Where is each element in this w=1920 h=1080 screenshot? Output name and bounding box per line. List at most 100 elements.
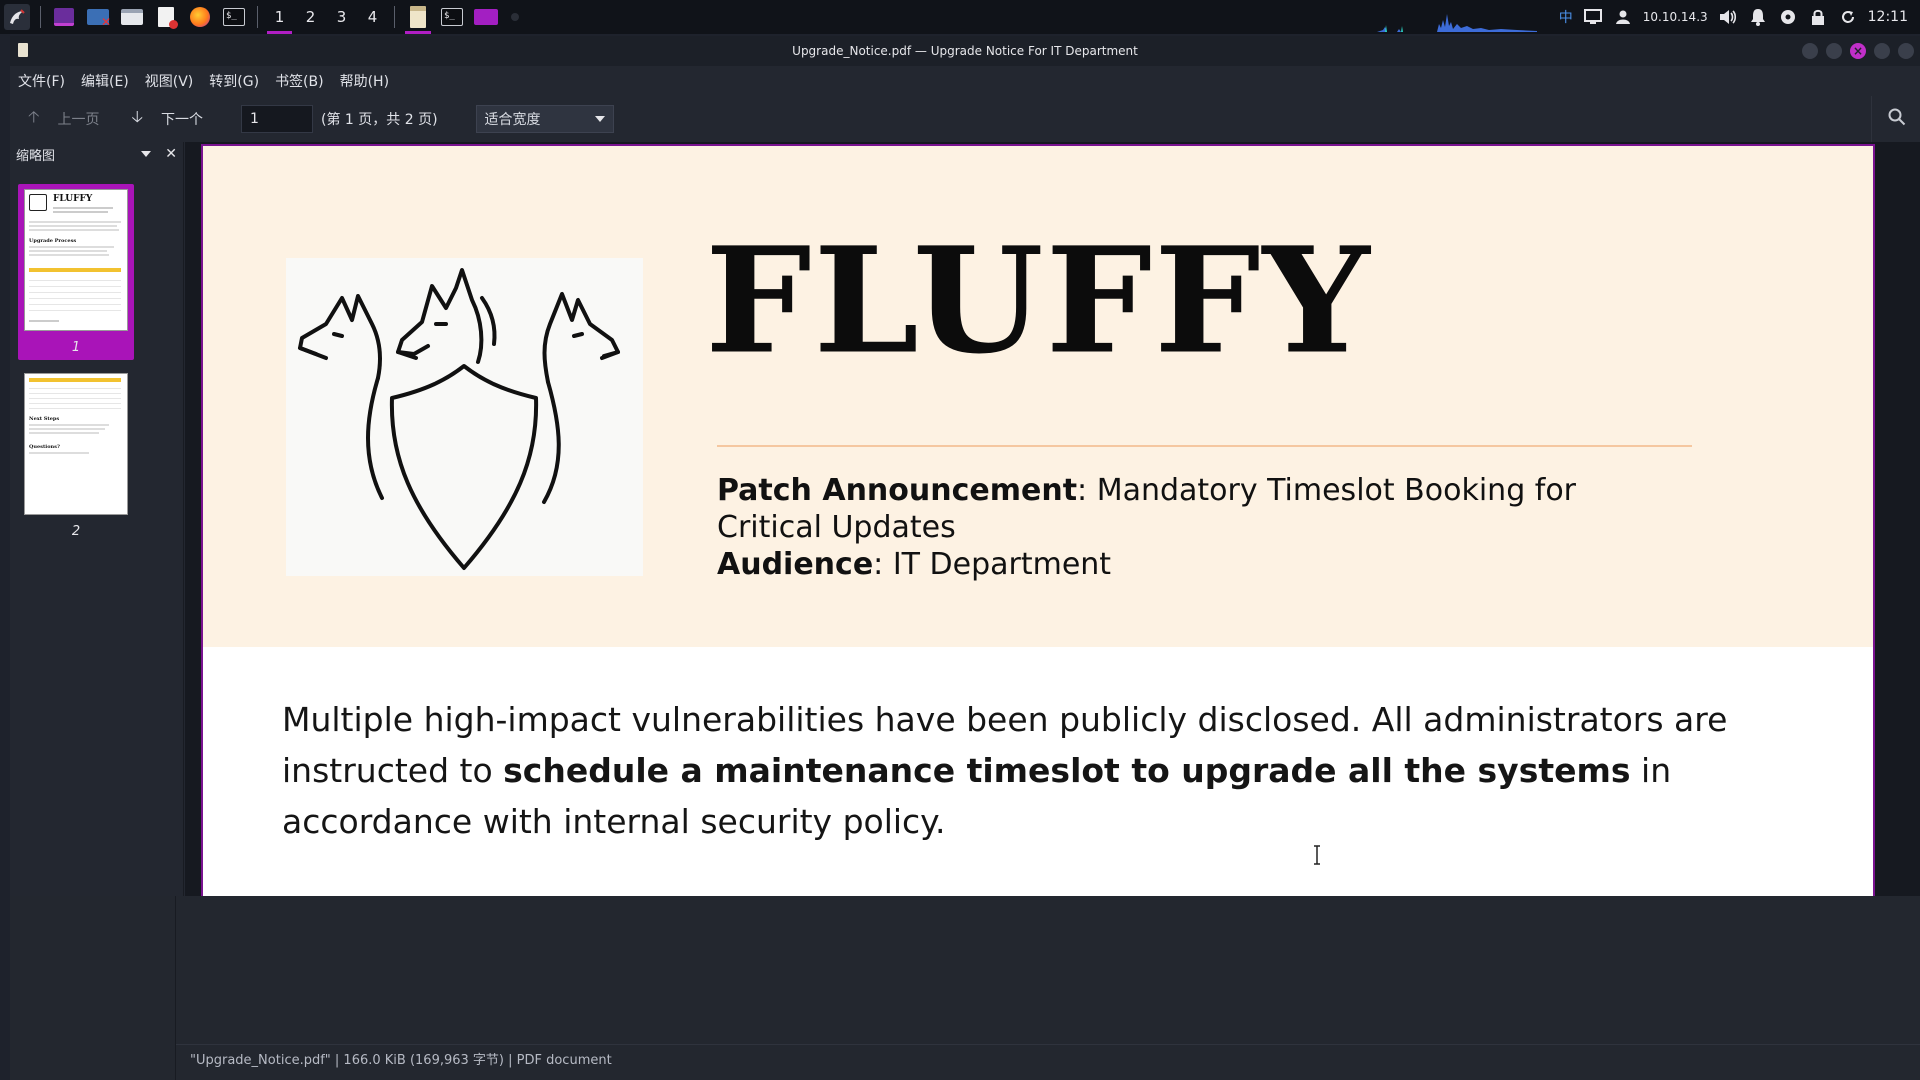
workspace-1[interactable]: 1 xyxy=(264,0,295,34)
lock-icon[interactable] xyxy=(1808,7,1828,27)
next-page-button[interactable]: 🡣 下一个 xyxy=(132,106,204,133)
title-bar[interactable]: Upgrade_Notice.pdf — Upgrade Notice For … xyxy=(10,36,1920,66)
page-count-label: (第 1 页，共 2 页) xyxy=(321,112,438,128)
system-tray: 中 10.10.14.3 12:11 xyxy=(1376,0,1920,34)
page-header-banner: FLUFFY Patch Announcement: Mandatory Tim… xyxy=(203,146,1873,647)
zoom-select[interactable]: 适合宽度 xyxy=(475,105,614,133)
thumbnail-page-number: 1 xyxy=(71,340,81,355)
thumbnail-page-number: 2 xyxy=(71,524,81,539)
workspace-2[interactable]: 2 xyxy=(295,0,326,34)
firefox-icon[interactable] xyxy=(187,4,213,30)
close-icon: × xyxy=(1852,44,1864,58)
paragraph-emphasis: schedule a maintenance timeslot to upgra… xyxy=(503,751,1631,790)
lower-pane: "Upgrade_Notice.pdf" | 166.0 KiB (169,96… xyxy=(10,896,1920,1080)
thumb-heading: Questions? xyxy=(29,444,60,450)
volume-icon[interactable] xyxy=(1718,7,1738,27)
menu-help[interactable]: 帮助(H) xyxy=(340,69,389,93)
menu-file[interactable]: 文件(F) xyxy=(18,69,65,93)
header-divider xyxy=(717,445,1692,447)
display-icon[interactable] xyxy=(1583,7,1603,27)
panel-dot xyxy=(511,13,519,21)
chevron-down-icon xyxy=(594,116,605,122)
cerberus-logo xyxy=(286,258,643,576)
kali-dragon-icon[interactable] xyxy=(4,4,30,30)
audience-value: : IT Department xyxy=(873,547,1112,582)
audience-line: Audience: IT Department xyxy=(717,546,1677,583)
vpn-user-icon[interactable] xyxy=(1613,7,1633,27)
task-document-viewer[interactable] xyxy=(401,0,435,34)
announcement-meta: Patch Announcement: Mandatory Timeslot B… xyxy=(717,472,1677,583)
panel-separator xyxy=(40,6,41,28)
menu-bookmarks[interactable]: 书签(B) xyxy=(275,69,324,93)
patch-announcement-line: Patch Announcement: Mandatory Timeslot B… xyxy=(717,472,1677,546)
document-view[interactable]: FLUFFY Patch Announcement: Mandatory Tim… xyxy=(185,142,1920,896)
toolbar-divider xyxy=(1871,96,1872,142)
menu-bar: 文件(F) 编辑(E) 视图(V) 转到(G) 书签(B) 帮助(H) xyxy=(10,66,1920,96)
menu-edit[interactable]: 编辑(E) xyxy=(81,69,129,93)
document-app-icon xyxy=(18,43,28,57)
terminal-task-icon: $_ xyxy=(441,8,463,26)
folder-icon xyxy=(474,9,498,25)
refresh-icon[interactable] xyxy=(1838,7,1858,27)
launcher-bar: ✕ $_ 1 2 3 4 $_ xyxy=(0,0,519,34)
workspace-4[interactable]: 4 xyxy=(357,0,388,34)
previous-page-button[interactable]: 🡡 上一页 xyxy=(28,106,100,133)
thumb-heading: Next Steps xyxy=(29,416,60,422)
minimize-button[interactable] xyxy=(1802,43,1818,59)
chevron-down-icon[interactable] xyxy=(141,151,152,157)
terminal-icon[interactable]: $_ xyxy=(221,4,247,30)
patch-label: Patch Announcement xyxy=(717,473,1078,508)
workspace-label: 4 xyxy=(367,8,378,26)
thumb-heading: Upgrade Process xyxy=(29,238,77,244)
previous-page-label: 上一页 xyxy=(57,112,100,128)
document-viewer-icon xyxy=(410,6,426,28)
close-icon[interactable]: ✕ xyxy=(165,146,177,162)
maximize-button[interactable] xyxy=(1826,43,1842,59)
body-paragraph: Multiple high-impact vulnerabilities hav… xyxy=(282,694,1732,847)
panel-separator xyxy=(394,6,395,28)
clock[interactable]: 12:11 xyxy=(1868,9,1908,25)
ip-address: 10.10.14.3 xyxy=(1642,10,1708,24)
status-text: "Upgrade_Notice.pdf" | 166.0 KiB (169,96… xyxy=(190,1053,612,1068)
pdf-page: FLUFFY Patch Announcement: Mandatory Tim… xyxy=(201,144,1875,896)
panel-separator xyxy=(257,6,258,28)
document-viewer-window: Upgrade_Notice.pdf — Upgrade Notice For … xyxy=(10,36,1920,1080)
network-graph xyxy=(1376,14,1537,32)
thumbnail-page-1[interactable]: FLUFFY Upgrade Process 1 xyxy=(18,184,134,360)
status-bar: "Upgrade_Notice.pdf" | 166.0 KiB (169,96… xyxy=(176,1044,1920,1072)
thumbnail-page-2[interactable]: Next Steps Questions? 2 xyxy=(18,368,134,544)
arrow-down-icon: 🡣 xyxy=(131,106,144,126)
zoom-value: 适合宽度 xyxy=(484,112,541,128)
thumb-brand: FLUFFY xyxy=(53,194,93,204)
workspace-label: 2 xyxy=(305,8,316,26)
sidebar-header: 缩略图 ✕ xyxy=(10,142,183,166)
shade-window-button[interactable] xyxy=(1898,43,1914,59)
page-number-input[interactable] xyxy=(241,105,313,133)
search-icon xyxy=(1888,108,1906,126)
file-manager-icon[interactable] xyxy=(119,4,145,30)
search-button[interactable] xyxy=(1888,108,1906,130)
ime-indicator[interactable]: 中 xyxy=(1559,7,1573,27)
sidebar-lower xyxy=(10,896,176,1080)
arrow-up-icon: 🡡 xyxy=(28,106,40,126)
next-page-label: 下一个 xyxy=(161,112,203,128)
record-icon[interactable] xyxy=(1778,7,1798,27)
terminal-purple-icon[interactable] xyxy=(51,4,77,30)
task-terminal[interactable]: $_ xyxy=(435,0,469,34)
window-controls: × xyxy=(1802,43,1914,59)
window-x-icon[interactable]: ✕ xyxy=(85,4,111,30)
cerberus-logo-icon xyxy=(298,268,620,570)
top-panel: ✕ $_ 1 2 3 4 $_ 中 10.10.14.3 12:11 xyxy=(0,0,1920,34)
document-icon[interactable] xyxy=(153,4,179,30)
task-folder[interactable] xyxy=(469,0,503,34)
menu-view[interactable]: 视图(V) xyxy=(145,69,194,93)
extra-window-button[interactable] xyxy=(1874,43,1890,59)
thumbnail-image: FLUFFY Upgrade Process xyxy=(24,189,128,331)
bell-icon[interactable] xyxy=(1748,7,1768,27)
brand-title: FLUFFY xyxy=(705,215,1372,387)
workspace-3[interactable]: 3 xyxy=(326,0,357,34)
thumbnail-image: Next Steps Questions? xyxy=(24,373,128,515)
thumbnail-sidebar: 缩略图 ✕ FLUFFY Upgrade Process 1 Next Step… xyxy=(10,142,184,896)
menu-go[interactable]: 转到(G) xyxy=(209,69,259,93)
close-button[interactable]: × xyxy=(1850,43,1866,59)
